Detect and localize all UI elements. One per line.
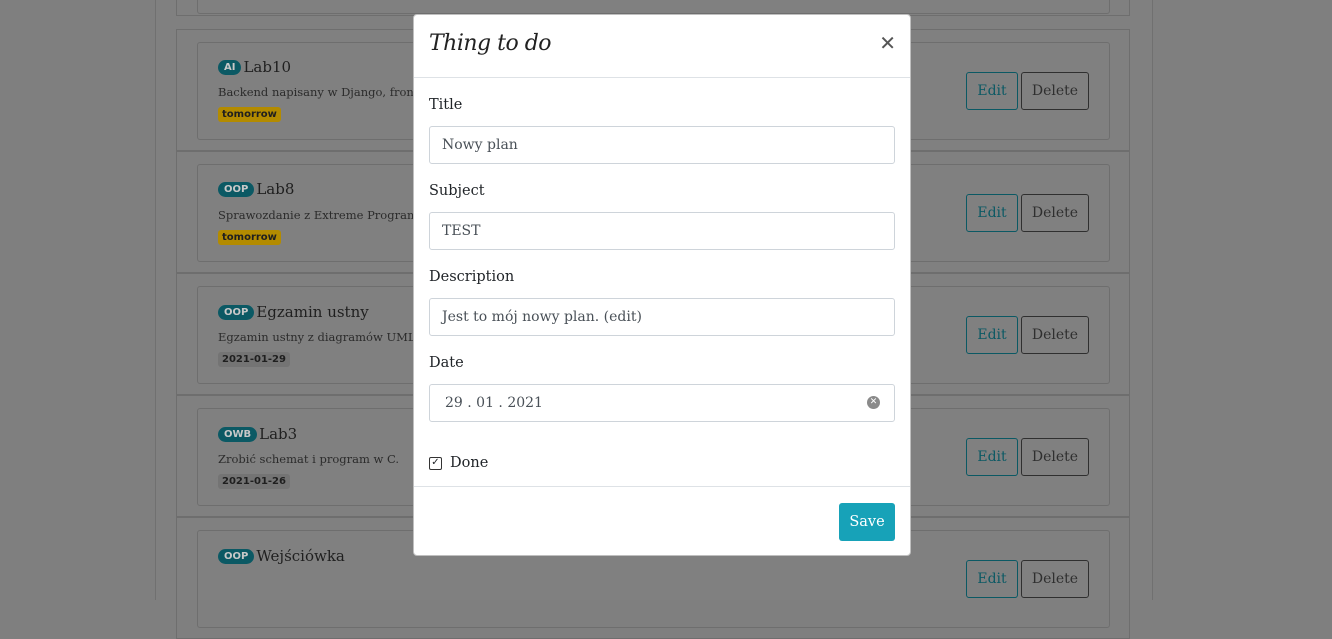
close-icon[interactable]: ✕ [879,33,896,53]
task-description: Zrobić schemat i program w C. [218,452,400,466]
task-heading: AI Lab10 [218,58,291,76]
modal-title: Thing to do [429,31,552,56]
description-label: Description [429,269,515,285]
task-title: Egzamin ustny [256,303,369,321]
done-checkbox-row[interactable]: ✓ Done [429,455,488,471]
edit-button[interactable]: Edit [966,560,1018,598]
description-input[interactable]: Jest to mój nowy plan. (edit) [429,298,895,336]
task-heading: OOP Lab8 [218,180,294,198]
delete-button[interactable]: Delete [1021,438,1089,476]
delete-button[interactable]: Delete [1021,316,1089,354]
done-checkbox[interactable]: ✓ [429,456,442,470]
date-input[interactable]: 29 . 01 . 2021 ✕ [429,384,895,422]
subject-badge: OWB [218,426,258,442]
done-label: Done [450,455,489,471]
date-badge: tomorrow [218,107,281,122]
title-label: Title [429,97,463,113]
task-title: Lab10 [243,58,292,76]
edit-button[interactable]: Edit [966,316,1018,354]
delete-button[interactable]: Delete [1021,72,1089,110]
task-edit-modal: Thing to do ✕ Title Nowy plan Subject TE… [413,14,911,556]
edit-button[interactable]: Edit [966,72,1018,110]
subject-badge: OOP [218,548,255,564]
save-button[interactable]: Save [839,503,895,541]
task-title: Lab3 [259,425,298,443]
modal-footer: Save [414,486,910,557]
date-badge: tomorrow [218,230,281,245]
date-badge: 2021-01-26 [218,474,290,489]
task-title: Lab8 [256,180,295,198]
task-description: Egzamin ustny z diagramów UML, Des [218,330,413,344]
edit-button[interactable]: Edit [966,438,1018,476]
subject-badge: AI [218,59,242,75]
task-card [197,0,1110,14]
delete-button[interactable]: Delete [1021,194,1089,232]
subject-label: Subject [429,183,485,199]
date-badge: 2021-01-29 [218,352,290,367]
task-title: Wejściówka [256,547,345,565]
task-description: Backend napisany w Django, frontend [218,85,413,99]
task-heading: OOP Wejściówka [218,547,345,565]
subject-badge: OOP [218,181,255,197]
date-label: Date [429,355,464,371]
modal-header: Thing to do ✕ [414,15,910,78]
clear-date-icon[interactable]: ✕ [867,396,880,409]
task-heading: OWB Lab3 [218,425,297,443]
title-input[interactable]: Nowy plan [429,126,895,164]
edit-button[interactable]: Edit [966,194,1018,232]
subject-badge: OOP [218,304,255,320]
delete-button[interactable]: Delete [1021,560,1089,598]
task-description: Sprawozdanie z Extreme Programming [218,208,413,222]
subject-input[interactable]: TEST [429,212,895,250]
date-value: 29 . 01 . 2021 [445,395,543,411]
task-heading: OOP Egzamin ustny [218,303,369,321]
